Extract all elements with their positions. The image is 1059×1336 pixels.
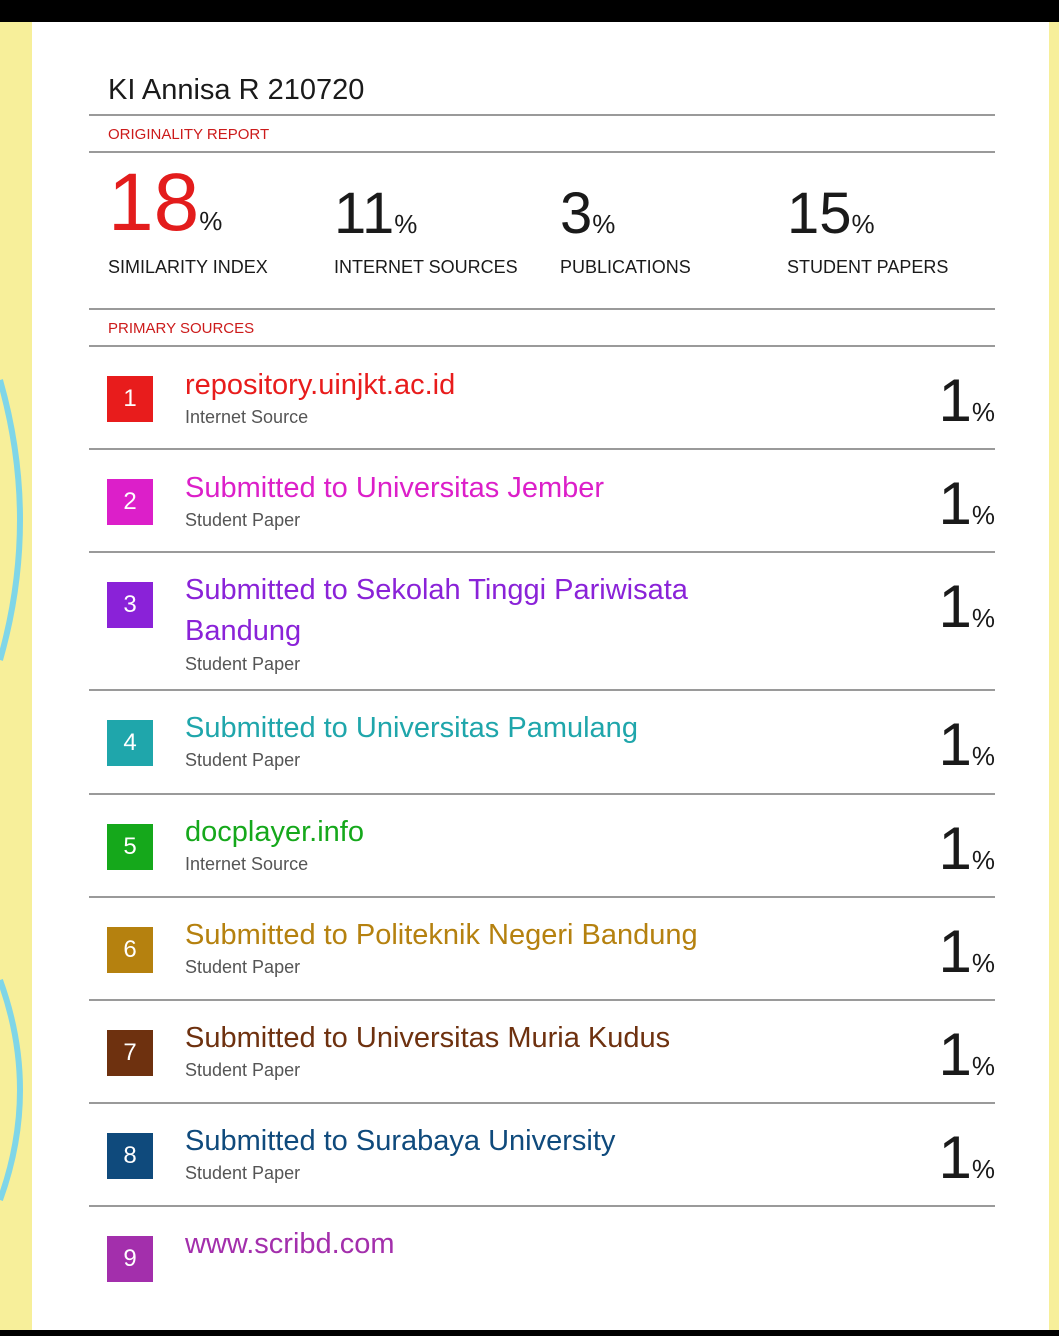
student-papers-value: 15 [787,181,852,246]
source-percent-value: 1 [938,918,972,985]
source-percent: 1% [939,1025,996,1085]
similarity-index-unit: % [199,206,223,236]
source-percent-unit: % [971,741,995,771]
source-name: docplayer.info [185,816,364,848]
source-percent-unit: % [971,603,995,633]
publications-stat: 3% PUBLICATIONS [560,185,691,278]
source-type: Student Paper [185,1060,301,1080]
source-percent-value: 1 [938,470,972,537]
source-name: Submitted to Surabaya University [185,1125,616,1157]
source-rank-badge: 5 [107,824,153,870]
source-percent: 1% [939,577,996,637]
source-rank-badge: 9 [107,1236,153,1282]
internet-sources-unit: % [394,209,418,239]
source-percent-value: 1 [938,711,972,778]
primary-sources-label: PRIMARY SOURCES [108,320,255,337]
source-rank-badge: 3 [107,582,153,628]
source-row: 8 Submitted to Surabaya University Stude… [89,1103,995,1205]
publications-value: 3 [560,181,593,246]
similarity-index-value: 18 [108,157,200,248]
source-percent-value: 1 [938,815,972,882]
source-percent-unit: % [971,845,995,875]
title-divider [89,114,995,116]
source-type: Student Paper [185,510,301,530]
source-row: 7 Submitted to Universitas Muria Kudus S… [89,1000,995,1102]
source-percent-unit: % [971,1051,995,1081]
source-type: Student Paper [185,957,301,977]
source-name: Submitted to Universitas Muria Kudus [185,1022,671,1054]
source-rank-badge: 4 [107,720,153,766]
source-percent-unit: % [971,500,995,530]
source-row: 2 Submitted to Universitas Jember Studen… [89,449,995,551]
source-name: Submitted to Sekolah Tinggi Pariwisata B… [185,574,688,647]
source-percent-value: 1 [938,573,972,640]
source-rank-badge: 6 [107,927,153,973]
source-type: Internet Source [185,854,309,874]
internet-sources-value: 11 [334,181,395,246]
source-percent: 1% [939,819,996,879]
originality-report-label: ORIGINALITY REPORT [108,126,270,143]
source-name: www.scribd.com [185,1228,395,1260]
source-name: Submitted to Politeknik Negeri Bandung [185,919,698,951]
student-papers-stat: 15% STUDENT PAPERS [787,185,948,278]
source-rank-badge: 1 [107,376,153,422]
source-rank-badge: 2 [107,479,153,525]
source-name: Submitted to Universitas Pamulang [185,712,638,744]
stats-divider [89,308,995,310]
source-name: repository.uinjkt.ac.id [185,369,456,401]
source-name: Submitted to Universitas Jember [185,472,605,504]
source-percent: 1% [939,922,996,982]
student-papers-unit: % [851,209,875,239]
student-papers-label: STUDENT PAPERS [787,257,949,277]
similarity-index-label: SIMILARITY INDEX [108,257,268,277]
source-percent-value: 1 [938,1124,972,1191]
originality-divider [89,151,995,153]
source-percent-unit: % [971,397,995,427]
source-type: Internet Source [185,407,309,427]
source-type: Student Paper [185,654,301,674]
source-rank-badge: 8 [107,1133,153,1179]
internet-sources-label: INTERNET SOURCES [334,257,518,277]
source-percent: 1% [939,715,996,775]
similarity-index-stat: 18% SIMILARITY INDEX [108,162,268,278]
source-percent-value: 1 [938,367,972,434]
publications-label: PUBLICATIONS [560,257,691,277]
source-row: 1 repository.uinjkt.ac.id Internet Sourc… [89,345,995,449]
document-title: KI Annisa R 210720 [108,74,365,106]
source-percent: 1% [939,371,996,431]
source-row: 6 Submitted to Politeknik Negeri Bandung… [89,897,995,999]
source-percent-value: 1 [938,1021,972,1088]
publications-unit: % [592,209,616,239]
internet-sources-stat: 11% INTERNET SOURCES [334,185,518,278]
source-row: 5 docplayer.info Internet Source 1% [89,794,995,896]
source-rank-badge: 7 [107,1030,153,1076]
source-percent-unit: % [971,948,995,978]
source-percent: 1% [939,474,996,534]
source-row: 3 Submitted to Sekolah Tinggi Pariwisata… [89,552,995,690]
source-type: Student Paper [185,750,301,770]
source-row: 9 www.scribd.com [89,1206,995,1306]
source-percent: 1% [939,1128,996,1188]
source-type: Student Paper [185,1163,301,1183]
source-percent-unit: % [971,1154,995,1184]
source-row: 4 Submitted to Universitas Pamulang Stud… [89,690,995,793]
report-page: KI Annisa R 210720 ORIGINALITY REPORT 18… [32,22,1049,1330]
